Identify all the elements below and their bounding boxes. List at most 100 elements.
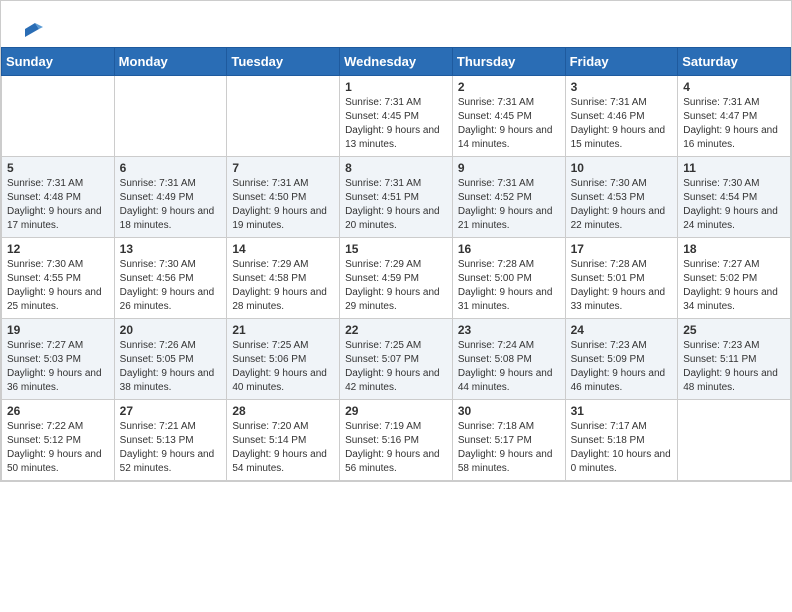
calendar-cell: 2Sunrise: 7:31 AM Sunset: 4:45 PM Daylig… xyxy=(452,76,565,157)
calendar-cell: 25 Sunrise: 7:23 AM Sunset: 5:11 PM Dayli… xyxy=(678,319,791,400)
calendar-cell: 8 Sunrise: 7:31 AM Sunset: 4:51 PM Daylig… xyxy=(340,157,453,238)
day-info: Sunrise: 7:29 AM Sunset: 4:59 PM Dayligh… xyxy=(345,258,447,314)
calendar-cell: 21 Sunrise: 7:25 AM Sunset: 5:06 PM Dayli… xyxy=(227,319,340,400)
day-number: 18 xyxy=(683,242,785,256)
day-number: 4 xyxy=(683,80,785,94)
weekday-header-wednesday: Wednesday xyxy=(340,48,453,76)
day-number: 3 xyxy=(571,80,673,94)
day-number: 30 xyxy=(458,404,560,418)
calendar-cell: 5Sunrise: 7:31 AM Sunset: 4:48 PM Daylig… xyxy=(2,157,115,238)
calendar-cell: 18 Sunrise: 7:27 AM Sunset: 5:02 PM Dayli… xyxy=(678,238,791,319)
calendar-cell: 11 Sunrise: 7:30 AM Sunset: 4:54 PM Dayli… xyxy=(678,157,791,238)
calendar-page: SundayMondayTuesdayWednesdayThursdayFrid… xyxy=(0,0,792,482)
calendar-week-1: 1 Sunrise: 7:31 AM Sunset: 4:45 PM Daylig… xyxy=(2,76,791,157)
calendar-week-4: 19 Sunrise: 7:27 AM Sunset: 5:03 PM Dayli… xyxy=(2,319,791,400)
day-info: Sunrise: 7:30 AM Sunset: 4:54 PM Dayligh… xyxy=(683,177,785,233)
weekday-header-sunday: Sunday xyxy=(2,48,115,76)
calendar-cell: 12 Sunrise: 7:30 AM Sunset: 4:55 PM Dayli… xyxy=(2,238,115,319)
weekday-header-friday: Friday xyxy=(565,48,678,76)
calendar-cell xyxy=(678,400,791,481)
calendar-cell: 27 Sunrise: 7:21 AM Sunset: 5:13 PM Dayli… xyxy=(114,400,227,481)
day-info: Sunrise: 7:31 AM Sunset: 4:45 PM Dayligh… xyxy=(345,96,447,152)
day-info: Sunrise: 7:27 AM Sunset: 5:03 PM Dayligh… xyxy=(7,339,109,395)
day-number: 28 xyxy=(232,404,334,418)
weekday-header-tuesday: Tuesday xyxy=(227,48,340,76)
day-info: Sunrise: 7:28 AM Sunset: 5:01 PM Dayligh… xyxy=(571,258,673,314)
calendar-cell: 3 Sunrise: 7:31 AM Sunset: 4:46 PM Daylig… xyxy=(565,76,678,157)
day-number: 11 xyxy=(683,161,785,175)
day-number: 1 xyxy=(345,80,447,94)
calendar-cell: 20Sunrise: 7:26 AM Sunset: 5:05 PM Dayli… xyxy=(114,319,227,400)
weekday-header-thursday: Thursday xyxy=(452,48,565,76)
day-info: Sunrise: 7:31 AM Sunset: 4:49 PM Dayligh… xyxy=(120,177,222,233)
calendar-cell: 14Sunrise: 7:29 AM Sunset: 4:58 PM Dayli… xyxy=(227,238,340,319)
calendar-cell: 4Sunrise: 7:31 AM Sunset: 4:47 PM Daylig… xyxy=(678,76,791,157)
day-number: 19 xyxy=(7,323,109,337)
day-info: Sunrise: 7:30 AM Sunset: 4:56 PM Dayligh… xyxy=(120,258,222,314)
calendar-cell: 19 Sunrise: 7:27 AM Sunset: 5:03 PM Dayli… xyxy=(2,319,115,400)
calendar-cell: 29 Sunrise: 7:19 AM Sunset: 5:16 PM Dayli… xyxy=(340,400,453,481)
day-number: 17 xyxy=(571,242,673,256)
calendar-cell: 10 Sunrise: 7:30 AM Sunset: 4:53 PM Dayli… xyxy=(565,157,678,238)
calendar-week-2: 5Sunrise: 7:31 AM Sunset: 4:48 PM Daylig… xyxy=(2,157,791,238)
calendar-table: SundayMondayTuesdayWednesdayThursdayFrid… xyxy=(1,47,791,481)
calendar-cell: 1 Sunrise: 7:31 AM Sunset: 4:45 PM Daylig… xyxy=(340,76,453,157)
calendar-cell: 9Sunrise: 7:31 AM Sunset: 4:52 PM Daylig… xyxy=(452,157,565,238)
day-info: Sunrise: 7:28 AM Sunset: 5:00 PM Dayligh… xyxy=(458,258,560,314)
day-number: 21 xyxy=(232,323,334,337)
calendar-cell: 22 Sunrise: 7:25 AM Sunset: 5:07 PM Dayli… xyxy=(340,319,453,400)
logo xyxy=(19,19,43,37)
day-number: 15 xyxy=(345,242,447,256)
calendar-cell: 24 Sunrise: 7:23 AM Sunset: 5:09 PM Dayli… xyxy=(565,319,678,400)
day-info: Sunrise: 7:30 AM Sunset: 4:53 PM Dayligh… xyxy=(571,177,673,233)
day-info: Sunrise: 7:25 AM Sunset: 5:07 PM Dayligh… xyxy=(345,339,447,395)
day-info: Sunrise: 7:22 AM Sunset: 5:12 PM Dayligh… xyxy=(7,420,109,476)
calendar-cell: 13 Sunrise: 7:30 AM Sunset: 4:56 PM Dayli… xyxy=(114,238,227,319)
day-info: Sunrise: 7:18 AM Sunset: 5:17 PM Dayligh… xyxy=(458,420,560,476)
day-info: Sunrise: 7:20 AM Sunset: 5:14 PM Dayligh… xyxy=(232,420,334,476)
calendar-cell: 28 Sunrise: 7:20 AM Sunset: 5:14 PM Dayli… xyxy=(227,400,340,481)
day-number: 16 xyxy=(458,242,560,256)
calendar-cell xyxy=(227,76,340,157)
weekday-header-monday: Monday xyxy=(114,48,227,76)
day-number: 14 xyxy=(232,242,334,256)
weekday-header-saturday: Saturday xyxy=(678,48,791,76)
day-number: 2 xyxy=(458,80,560,94)
calendar-cell: 16 Sunrise: 7:28 AM Sunset: 5:00 PM Dayli… xyxy=(452,238,565,319)
day-info: Sunrise: 7:23 AM Sunset: 5:11 PM Dayligh… xyxy=(683,339,785,395)
day-number: 24 xyxy=(571,323,673,337)
day-number: 10 xyxy=(571,161,673,175)
day-info: Sunrise: 7:30 AM Sunset: 4:55 PM Dayligh… xyxy=(7,258,109,314)
day-info: Sunrise: 7:19 AM Sunset: 5:16 PM Dayligh… xyxy=(345,420,447,476)
calendar-cell: 7Sunrise: 7:31 AM Sunset: 4:50 PM Daylig… xyxy=(227,157,340,238)
day-number: 22 xyxy=(345,323,447,337)
calendar-cell: 17 Sunrise: 7:28 AM Sunset: 5:01 PM Dayli… xyxy=(565,238,678,319)
calendar-cell: 30 Sunrise: 7:18 AM Sunset: 5:17 PM Dayli… xyxy=(452,400,565,481)
day-info: Sunrise: 7:21 AM Sunset: 5:13 PM Dayligh… xyxy=(120,420,222,476)
day-number: 23 xyxy=(458,323,560,337)
calendar-week-3: 12 Sunrise: 7:30 AM Sunset: 4:55 PM Dayli… xyxy=(2,238,791,319)
day-info: Sunrise: 7:23 AM Sunset: 5:09 PM Dayligh… xyxy=(571,339,673,395)
day-number: 31 xyxy=(571,404,673,418)
day-number: 12 xyxy=(7,242,109,256)
calendar-cell: 31Sunrise: 7:17 AM Sunset: 5:18 PM Dayli… xyxy=(565,400,678,481)
calendar-cell xyxy=(114,76,227,157)
weekday-header-row: SundayMondayTuesdayWednesdayThursdayFrid… xyxy=(2,48,791,76)
calendar-cell xyxy=(2,76,115,157)
day-number: 20 xyxy=(120,323,222,337)
day-number: 25 xyxy=(683,323,785,337)
day-info: Sunrise: 7:27 AM Sunset: 5:02 PM Dayligh… xyxy=(683,258,785,314)
day-info: Sunrise: 7:31 AM Sunset: 4:52 PM Dayligh… xyxy=(458,177,560,233)
calendar-week-5: 26Sunrise: 7:22 AM Sunset: 5:12 PM Dayli… xyxy=(2,400,791,481)
day-number: 29 xyxy=(345,404,447,418)
calendar-cell: 6Sunrise: 7:31 AM Sunset: 4:49 PM Daylig… xyxy=(114,157,227,238)
day-info: Sunrise: 7:31 AM Sunset: 4:46 PM Dayligh… xyxy=(571,96,673,152)
day-info: Sunrise: 7:31 AM Sunset: 4:51 PM Dayligh… xyxy=(345,177,447,233)
day-info: Sunrise: 7:25 AM Sunset: 5:06 PM Dayligh… xyxy=(232,339,334,395)
day-number: 13 xyxy=(120,242,222,256)
day-number: 27 xyxy=(120,404,222,418)
page-header xyxy=(1,1,791,47)
day-number: 8 xyxy=(345,161,447,175)
day-number: 7 xyxy=(232,161,334,175)
calendar-cell: 23Sunrise: 7:24 AM Sunset: 5:08 PM Dayli… xyxy=(452,319,565,400)
